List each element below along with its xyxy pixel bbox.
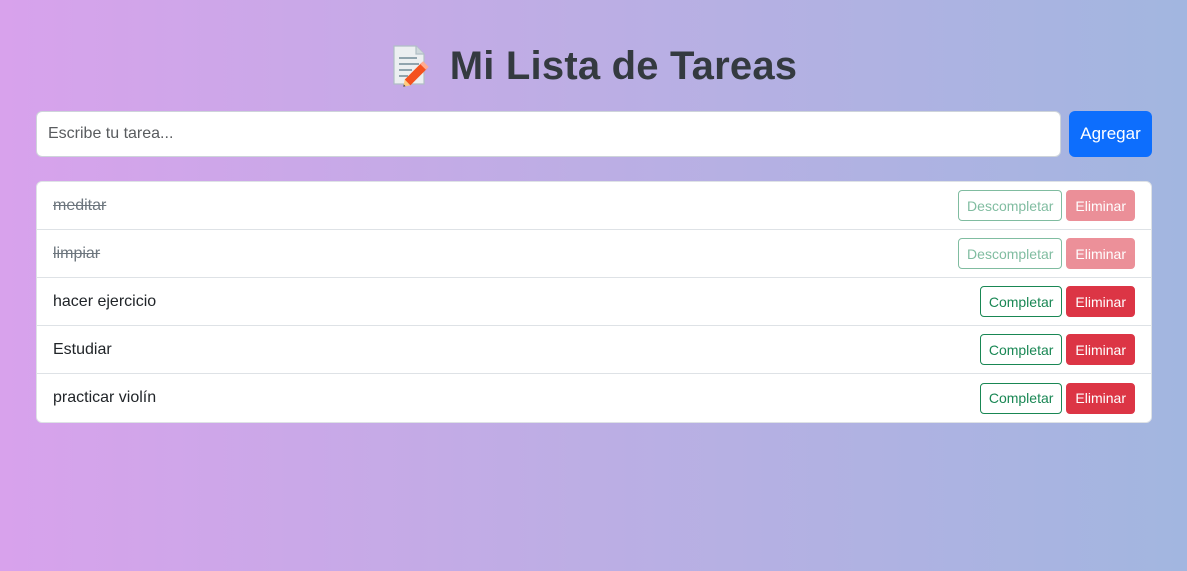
task-row: hacer ejercicio Completar Eliminar xyxy=(37,278,1151,326)
task-row: practicar violín Completar Eliminar xyxy=(37,374,1151,422)
uncomplete-button[interactable]: Descompletar xyxy=(958,190,1063,221)
task-list: meditar Descompletar Eliminar limpiar De… xyxy=(36,181,1152,423)
page-header: Mi Lista de Tareas xyxy=(0,38,1187,94)
complete-button[interactable]: Completar xyxy=(979,382,1063,414)
task-actions: Completar Eliminar xyxy=(979,286,1135,317)
task-input[interactable] xyxy=(36,111,1061,157)
uncomplete-button[interactable]: Descompletar xyxy=(958,238,1063,269)
task-actions: Completar Eliminar xyxy=(979,382,1135,414)
task-text: limpiar xyxy=(53,244,101,262)
task-row: limpiar Descompletar Eliminar xyxy=(37,230,1151,278)
task-text: meditar xyxy=(53,196,107,214)
add-button[interactable]: Agregar xyxy=(1069,111,1152,157)
task-text: hacer ejercicio xyxy=(53,292,157,310)
complete-button[interactable]: Completar xyxy=(979,334,1063,365)
task-text: Estudiar xyxy=(53,340,112,358)
task-actions: Descompletar Eliminar xyxy=(958,238,1135,269)
task-actions: Completar Eliminar xyxy=(979,334,1135,365)
task-row: meditar Descompletar Eliminar xyxy=(37,182,1151,230)
task-actions: Descompletar Eliminar xyxy=(958,190,1135,221)
memo-icon xyxy=(390,44,430,88)
task-text: practicar violín xyxy=(53,389,157,406)
delete-button[interactable]: Eliminar xyxy=(1066,382,1135,414)
delete-button[interactable]: Eliminar xyxy=(1066,238,1135,269)
task-row: Estudiar Completar Eliminar xyxy=(37,326,1151,374)
delete-button[interactable]: Eliminar xyxy=(1066,334,1135,365)
complete-button[interactable]: Completar xyxy=(979,286,1063,317)
page-title: Mi Lista de Tareas xyxy=(449,43,798,88)
add-task-form: Agregar xyxy=(36,111,1152,157)
delete-button[interactable]: Eliminar xyxy=(1066,190,1135,221)
delete-button[interactable]: Eliminar xyxy=(1066,286,1135,317)
